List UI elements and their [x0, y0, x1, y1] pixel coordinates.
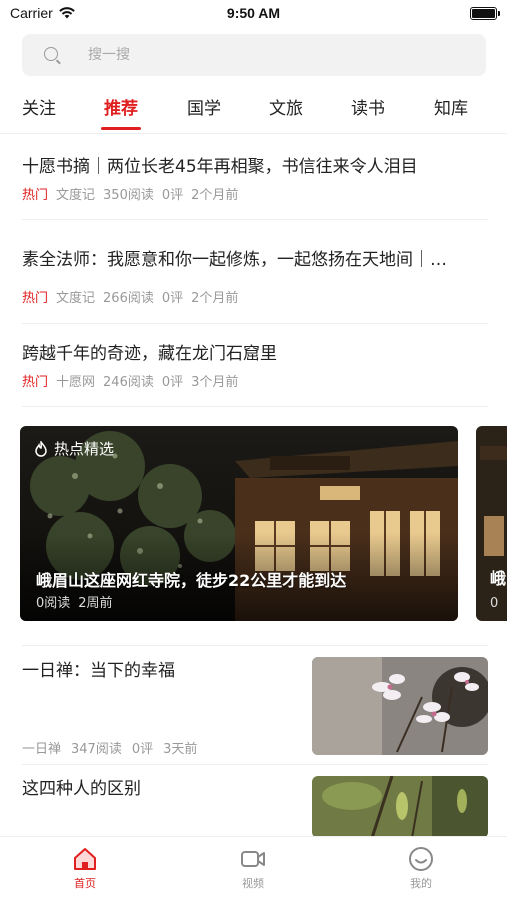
thumb-meta: 一日禅 347阅读 0评 3天前 — [22, 738, 197, 757]
tab-bar-profile-label: 我的 — [410, 877, 432, 890]
tab-bar-home[interactable]: 首页 — [45, 845, 125, 891]
tab-bar-home-label: 首页 — [74, 877, 96, 890]
plant-image — [312, 776, 488, 838]
list-item[interactable]: 这四种人的区别 — [22, 766, 488, 838]
tab-bar-video-label: 视频 — [242, 877, 264, 890]
featured-title: 峨眉山这座网红寺院，徒步22公里才能到达 — [36, 571, 347, 590]
featured-label: 热点精选 — [34, 438, 114, 459]
news-meta: 热门 文度记 266阅读 0评 2个月前 — [22, 287, 488, 306]
hot-tag: 热门 — [22, 291, 49, 306]
battery-icon — [470, 7, 500, 20]
news-comments: 0评 — [161, 375, 184, 390]
tab-reading[interactable]: 读书 — [338, 94, 398, 119]
news-source: 文度记 — [56, 188, 96, 203]
featured-next-title: 峨 — [490, 569, 507, 588]
search-icon — [44, 47, 58, 61]
category-tabs: 关注 推荐 国学 文旅 读书 知库 — [0, 86, 507, 134]
featured-image-next — [476, 426, 507, 621]
tab-guoxue[interactable]: 国学 — [174, 94, 234, 119]
news-comments: 0评 — [161, 291, 184, 306]
list-item[interactable]: 十愿书摘｜两位长老45年再相聚，书信往来令人泪目 热门 文度记 350阅读 0评… — [22, 156, 488, 220]
status-bar: Carrier 9:50 AM — [0, 0, 507, 30]
featured-meta: 0阅读 2周前 — [36, 592, 113, 611]
search-input[interactable] — [88, 42, 448, 68]
featured-next-meta: 0 — [490, 596, 499, 611]
tab-wenlv[interactable]: 文旅 — [256, 94, 316, 119]
list-item[interactable]: 素全法师：我愿意和你一起修炼，一起悠扬在天地间｜… 热门 文度记 266阅读 0… — [22, 249, 488, 324]
home-icon — [74, 848, 96, 870]
flower-image — [312, 657, 488, 755]
news-reads: 266阅读 — [103, 291, 154, 306]
news-reads: 246阅读 — [103, 375, 154, 390]
tab-recommend[interactable]: 推荐 — [91, 94, 151, 119]
thumb-source: 一日禅 — [22, 742, 62, 757]
hot-tag: 热门 — [22, 188, 49, 203]
featured-card-next[interactable]: 峨 0 — [476, 426, 507, 621]
hot-tag: 热门 — [22, 375, 49, 390]
featured-card[interactable]: 热点精选 峨眉山这座网红寺院，徒步22公里才能到达 0阅读 2周前 — [20, 426, 458, 621]
tab-bar-profile[interactable]: 我的 — [381, 845, 461, 891]
news-source: 十愿网 — [56, 375, 96, 390]
news-time: 3个月前 — [191, 375, 239, 390]
status-time: 9:50 AM — [226, 5, 281, 21]
video-icon — [241, 851, 265, 867]
thumb-image — [312, 776, 488, 838]
fire-icon — [35, 440, 47, 457]
news-title: 十愿书摘｜两位长老45年再相聚，书信往来令人泪目 — [22, 157, 418, 177]
tab-follow[interactable]: 关注 — [9, 94, 69, 119]
active-tab-indicator — [101, 127, 141, 130]
news-time: 2个月前 — [191, 188, 239, 203]
news-source: 文度记 — [56, 291, 96, 306]
news-meta: 热门 文度记 350阅读 0评 2个月前 — [22, 184, 488, 203]
featured-time: 2周前 — [78, 596, 113, 611]
news-comments: 0评 — [161, 188, 184, 203]
tab-zhiku[interactable]: 知库 — [421, 94, 481, 119]
search-bar[interactable] — [22, 34, 486, 76]
featured-reads: 0阅读 — [36, 596, 71, 611]
tab-bar-video[interactable]: 视频 — [213, 845, 293, 891]
bottom-tab-bar: 首页 视频 我的 — [0, 836, 507, 900]
news-title: 素全法师：我愿意和你一起修炼，一起悠扬在天地间｜… — [22, 250, 447, 270]
profile-icon — [409, 847, 433, 871]
news-meta: 热门 十愿网 246阅读 0评 3个月前 — [22, 371, 488, 390]
featured-label-text: 热点精选 — [54, 440, 115, 458]
thumb-image — [312, 657, 488, 755]
thumb-comments: 0评 — [131, 742, 154, 757]
list-item[interactable]: 跨越千年的奇迹，藏在龙门石窟里 热门 十愿网 246阅读 0评 3个月前 — [22, 343, 488, 407]
news-time: 2个月前 — [191, 291, 239, 306]
news-reads: 350阅读 — [103, 188, 154, 203]
news-title: 跨越千年的奇迹，藏在龙门石窟里 — [22, 344, 277, 364]
thumb-time: 3天前 — [163, 742, 198, 757]
thumb-reads: 347阅读 — [71, 742, 122, 757]
list-item[interactable]: 一日禅：当下的幸福 一日禅 347阅读 0评 3天前 — [22, 645, 488, 765]
